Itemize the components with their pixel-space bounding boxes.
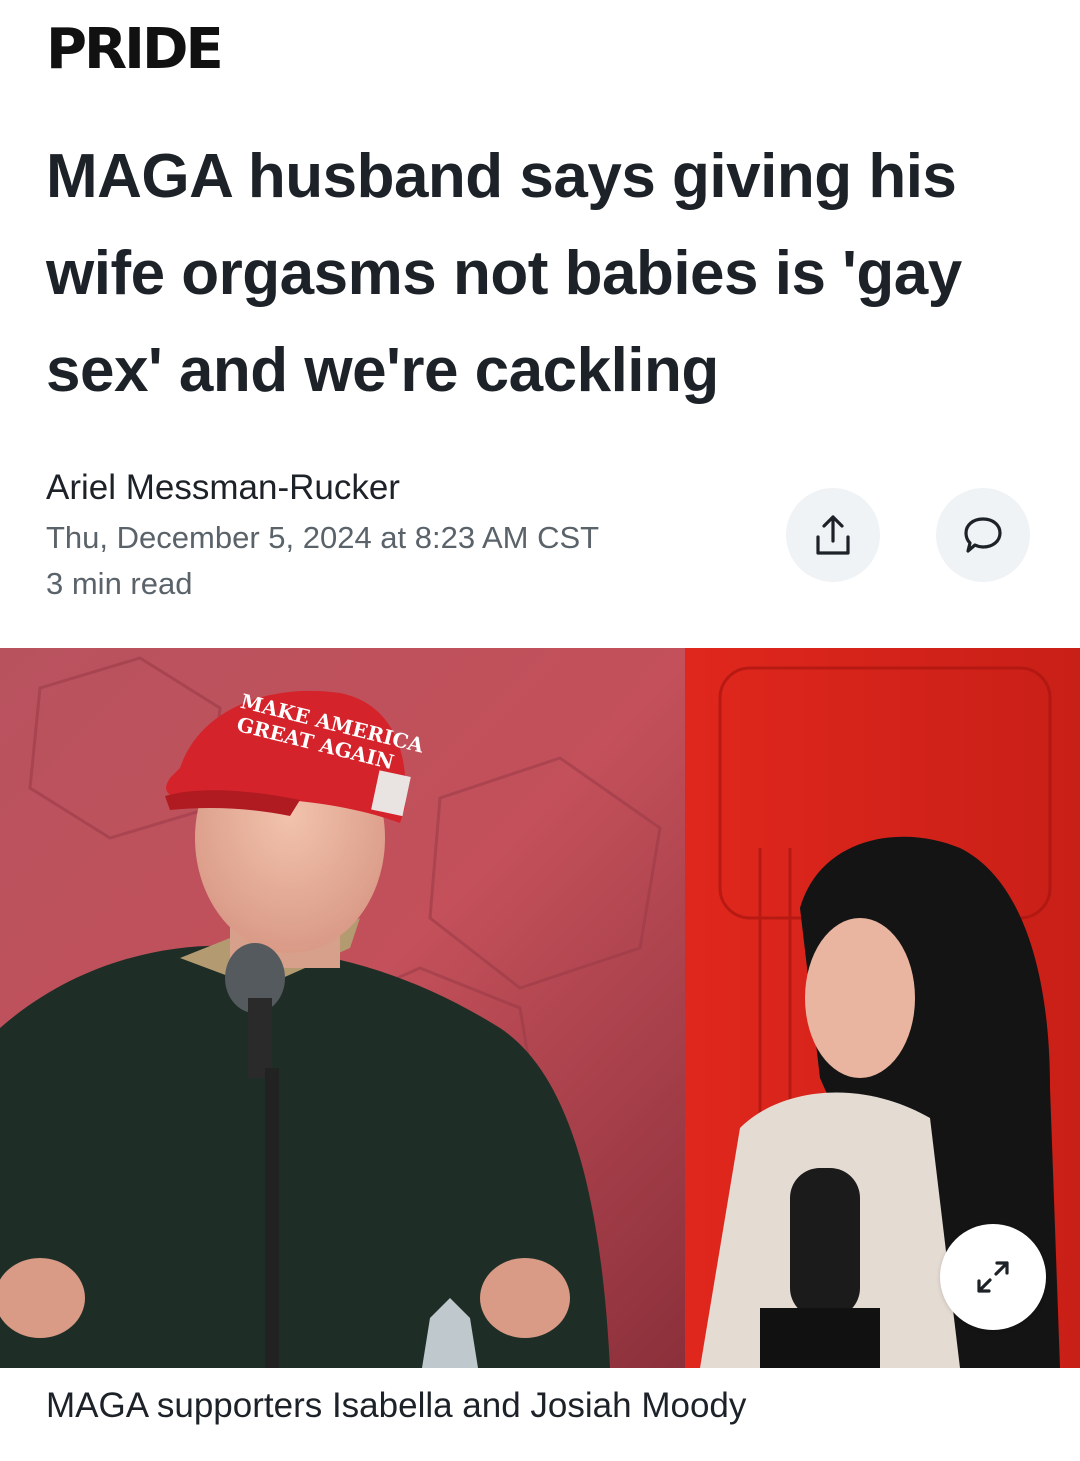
comment-button[interactable]	[936, 488, 1030, 582]
expand-image-button[interactable]	[940, 1224, 1046, 1330]
comment-icon	[964, 517, 1002, 553]
hero-photo-illustration: MAKE AMERICA GREAT AGAIN	[0, 648, 1080, 1368]
expand-icon	[977, 1261, 1009, 1293]
article-headline: MAGA husband says giving his wife orgasm…	[46, 142, 962, 405]
publish-date: Thu, December 5, 2024 at 8:23 AM CST	[46, 520, 600, 555]
brand-logo[interactable]: PRIDE	[46, 22, 224, 78]
read-time: 3 min read	[46, 566, 193, 601]
author-name[interactable]: Ariel Messman-Rucker	[46, 468, 400, 508]
share-button[interactable]	[786, 488, 880, 582]
image-caption: MAGA supporters Isabella and Josiah Mood…	[46, 1386, 747, 1425]
share-icon	[816, 515, 850, 555]
hero-image[interactable]: MAKE AMERICA GREAT AGAIN	[0, 648, 1080, 1368]
